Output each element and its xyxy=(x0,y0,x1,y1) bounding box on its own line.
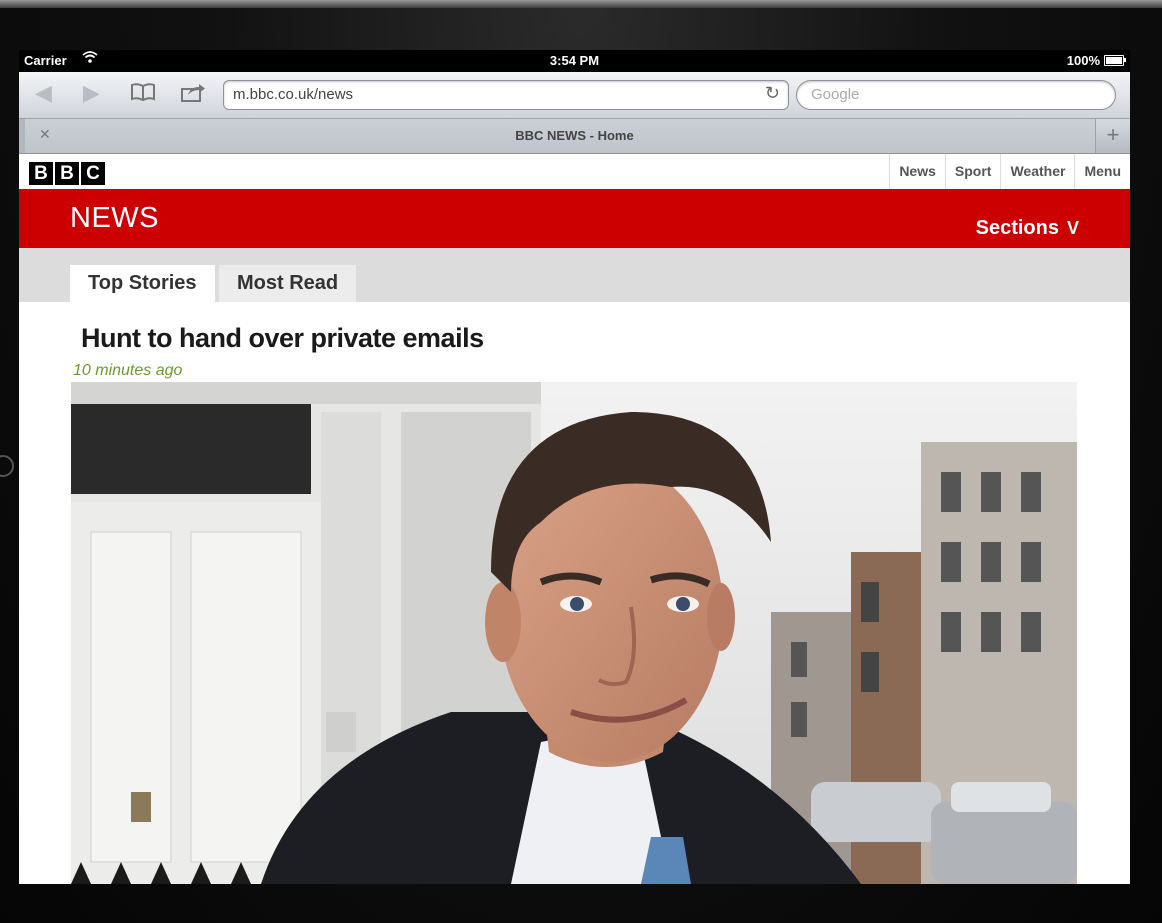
article-photo[interactable] xyxy=(71,382,1077,884)
news-section-title[interactable]: NEWS xyxy=(70,202,159,235)
search-placeholder: Google xyxy=(811,86,860,103)
article-timestamp: 10 minutes ago xyxy=(73,362,183,379)
logo-letter: B xyxy=(29,162,53,185)
logo-letter: B xyxy=(55,162,79,185)
share-icon[interactable] xyxy=(179,80,207,106)
nav-sport-link[interactable]: Sport xyxy=(944,154,1001,189)
screen: Carrier 3:54 PM 100% ◀ ▶ m.bbc.co.uk/new… xyxy=(19,50,1130,884)
browser-tab-bar: ✕ BBC NEWS - Home + xyxy=(19,119,1130,154)
tab-most-read[interactable]: Most Read xyxy=(219,265,357,302)
sections-button[interactable]: Sections V xyxy=(976,217,1079,240)
story-tabs: Top Stories Most Read xyxy=(19,248,1130,302)
address-bar[interactable]: m.bbc.co.uk/news ↻ xyxy=(223,80,789,110)
bbc-top-nav: News Sport Weather Menu xyxy=(889,154,1130,189)
new-tab-icon[interactable]: + xyxy=(1095,119,1130,153)
nav-menu-link[interactable]: Menu xyxy=(1074,154,1130,189)
nav-news-link[interactable]: News xyxy=(889,154,945,189)
tab-top-stories[interactable]: Top Stories xyxy=(70,265,215,302)
logo-letter: C xyxy=(81,162,105,185)
chevron-down-icon: V xyxy=(1066,218,1079,238)
forward-arrow-icon[interactable]: ▶ xyxy=(83,80,100,106)
search-input[interactable]: Google xyxy=(796,80,1116,110)
browser-toolbar: ◀ ▶ m.bbc.co.uk/news ↻ Google xyxy=(19,72,1130,119)
bbc-logo[interactable]: B B C xyxy=(29,162,105,185)
bookmarks-icon[interactable] xyxy=(129,80,157,106)
url-text: m.bbc.co.uk/news xyxy=(233,86,354,103)
news-banner: NEWS Sections V xyxy=(19,189,1130,248)
nav-weather-link[interactable]: Weather xyxy=(1000,154,1074,189)
sections-label: Sections xyxy=(975,217,1059,239)
back-arrow-icon[interactable]: ◀ xyxy=(35,80,52,106)
battery-icon xyxy=(1104,55,1126,66)
status-bar: Carrier 3:54 PM 100% xyxy=(19,50,1130,72)
bbc-header: B B C News Sport Weather Menu xyxy=(19,154,1130,189)
bezel-top-edge xyxy=(0,0,1162,8)
article-headline[interactable]: Hunt to hand over private emails xyxy=(81,323,484,354)
battery-percent: 100% xyxy=(1066,53,1100,68)
reload-icon[interactable]: ↻ xyxy=(765,83,780,104)
clock: 3:54 PM xyxy=(549,53,600,68)
tab-title[interactable]: BBC NEWS - Home xyxy=(19,128,1130,143)
